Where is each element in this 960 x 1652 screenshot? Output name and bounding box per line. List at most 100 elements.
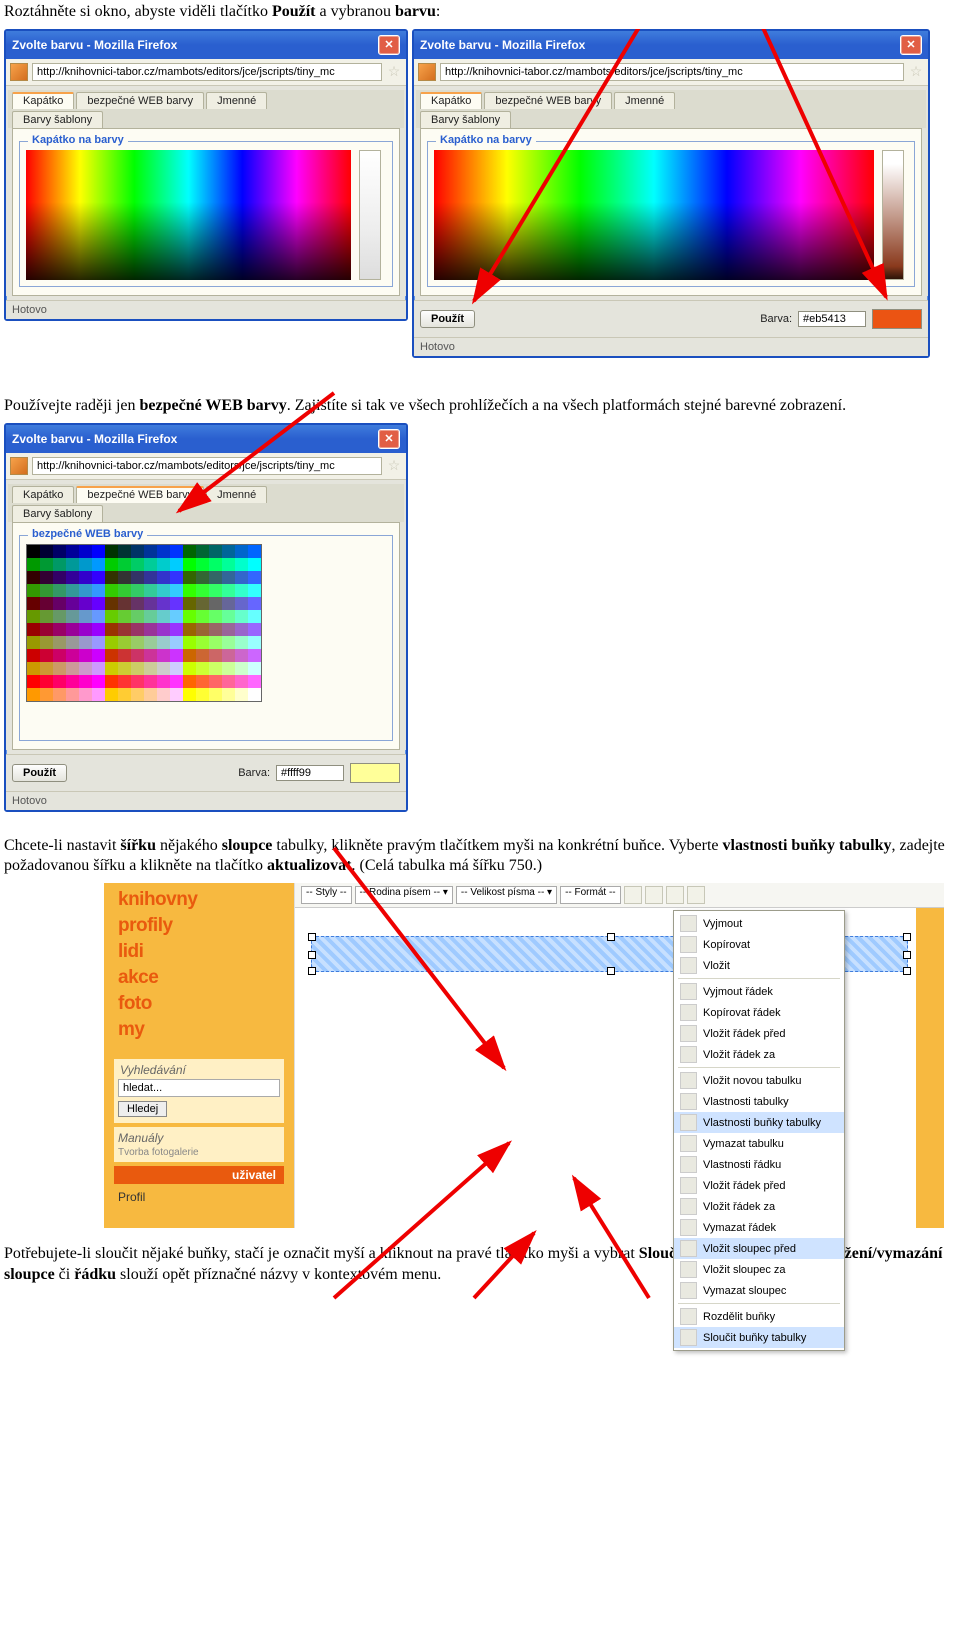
context-item[interactable]: Vložit [674, 955, 844, 976]
color-value-input[interactable] [798, 311, 866, 327]
websafe-swatch[interactable] [209, 649, 222, 662]
context-item[interactable]: Vložit sloupec před [674, 1238, 844, 1259]
websafe-swatch[interactable] [53, 636, 66, 649]
websafe-swatch[interactable] [170, 675, 183, 688]
nav-item-my[interactable]: my [118, 1017, 284, 1043]
websafe-swatch[interactable] [144, 597, 157, 610]
websafe-swatch[interactable] [131, 688, 144, 701]
toolbar-icon[interactable] [666, 886, 684, 904]
websafe-swatch[interactable] [53, 584, 66, 597]
websafe-swatch[interactable] [118, 610, 131, 623]
websafe-swatch[interactable] [53, 558, 66, 571]
context-item[interactable]: Kopírovat [674, 934, 844, 955]
websafe-swatch[interactable] [53, 545, 66, 558]
websafe-swatch[interactable] [53, 662, 66, 675]
websafe-swatch[interactable] [183, 545, 196, 558]
websafe-swatch[interactable] [235, 584, 248, 597]
websafe-swatch[interactable] [183, 623, 196, 636]
search-input[interactable] [118, 1079, 280, 1097]
websafe-swatch[interactable] [170, 623, 183, 636]
websafe-swatch[interactable] [118, 597, 131, 610]
tab-jmenne[interactable]: Jmenné [206, 92, 267, 109]
websafe-swatch[interactable] [183, 636, 196, 649]
websafe-swatch[interactable] [248, 688, 261, 701]
websafe-swatch[interactable] [66, 623, 79, 636]
websafe-swatch[interactable] [27, 623, 40, 636]
websafe-swatch[interactable] [209, 597, 222, 610]
context-item[interactable]: Vymazat řádek [674, 1217, 844, 1238]
apply-button[interactable]: Použít [12, 764, 67, 782]
nav-item-foto[interactable]: foto [118, 991, 284, 1017]
websafe-swatch[interactable] [131, 623, 144, 636]
websafe-swatch[interactable] [222, 597, 235, 610]
tab-sablony[interactable]: Barvy šablony [12, 111, 103, 128]
websafe-swatch[interactable] [196, 597, 209, 610]
websafe-swatch[interactable] [131, 649, 144, 662]
websafe-swatch[interactable] [92, 649, 105, 662]
websafe-swatch[interactable] [79, 545, 92, 558]
tab-sablony[interactable]: Barvy šablony [420, 111, 511, 128]
websafe-swatch[interactable] [105, 675, 118, 688]
websafe-swatch[interactable] [92, 636, 105, 649]
nav-item-profily[interactable]: profily [118, 913, 284, 939]
websafe-swatch[interactable] [40, 688, 53, 701]
websafe-swatch[interactable] [79, 649, 92, 662]
websafe-swatch[interactable] [118, 584, 131, 597]
websafe-swatch[interactable] [144, 584, 157, 597]
websafe-swatch[interactable] [66, 558, 79, 571]
websafe-swatch[interactable] [131, 584, 144, 597]
websafe-swatch[interactable] [235, 597, 248, 610]
context-item[interactable]: Vlastnosti tabulky [674, 1091, 844, 1112]
bookmark-star-icon[interactable]: ☆ [908, 64, 924, 80]
websafe-swatch[interactable] [53, 623, 66, 636]
lightness-strip[interactable] [882, 150, 904, 280]
websafe-swatch[interactable] [144, 623, 157, 636]
websafe-swatch[interactable] [209, 688, 222, 701]
context-item[interactable]: Vložit řádek za [674, 1044, 844, 1065]
nav-item-akce[interactable]: akce [118, 965, 284, 991]
websafe-swatch[interactable] [248, 610, 261, 623]
websafe-swatch[interactable] [27, 649, 40, 662]
websafe-swatch[interactable] [196, 688, 209, 701]
context-item[interactable]: Vymazat sloupec [674, 1280, 844, 1301]
websafe-swatch[interactable] [235, 675, 248, 688]
tab-jmenne[interactable]: Jmenné [206, 486, 267, 503]
websafe-swatch[interactable] [157, 662, 170, 675]
tab-kapatko[interactable]: Kapátko [12, 92, 74, 109]
toolbar-icon[interactable] [645, 886, 663, 904]
websafe-swatch[interactable] [105, 662, 118, 675]
websafe-swatch[interactable] [144, 662, 157, 675]
websafe-swatch[interactable] [157, 636, 170, 649]
websafe-swatch[interactable] [105, 597, 118, 610]
tab-kapatko[interactable]: Kapátko [12, 486, 74, 503]
websafe-swatch[interactable] [79, 584, 92, 597]
websafe-swatch[interactable] [79, 571, 92, 584]
websafe-swatch[interactable] [53, 597, 66, 610]
websafe-swatch[interactable] [66, 662, 79, 675]
bookmark-star-icon[interactable]: ☆ [386, 64, 402, 80]
context-item[interactable]: Vlastnosti řádku [674, 1154, 844, 1175]
websafe-swatch[interactable] [105, 558, 118, 571]
websafe-swatch[interactable] [248, 558, 261, 571]
color-spectrum[interactable] [434, 150, 874, 280]
websafe-swatch[interactable] [222, 623, 235, 636]
websafe-swatch[interactable] [157, 571, 170, 584]
websafe-swatch[interactable] [66, 675, 79, 688]
websafe-swatch[interactable] [92, 675, 105, 688]
nav-item-lidi[interactable]: lidi [118, 939, 284, 965]
websafe-swatch[interactable] [27, 688, 40, 701]
websafe-swatch[interactable] [131, 545, 144, 558]
toolbar-icon[interactable] [687, 886, 705, 904]
context-item[interactable]: Vyjmout [674, 913, 844, 934]
websafe-swatch[interactable] [79, 636, 92, 649]
websafe-swatch[interactable] [183, 610, 196, 623]
websafe-swatch[interactable] [209, 623, 222, 636]
editor-canvas[interactable]: VyjmoutKopírovatVložitVyjmout řádekKopír… [295, 908, 944, 1228]
context-item[interactable]: Sloučit buňky tabulky [674, 1327, 844, 1348]
websafe-swatch[interactable] [183, 571, 196, 584]
websafe-grid[interactable] [26, 544, 262, 702]
websafe-swatch[interactable] [209, 610, 222, 623]
websafe-swatch[interactable] [183, 662, 196, 675]
apply-button[interactable]: Použít [420, 310, 475, 328]
websafe-swatch[interactable] [235, 623, 248, 636]
